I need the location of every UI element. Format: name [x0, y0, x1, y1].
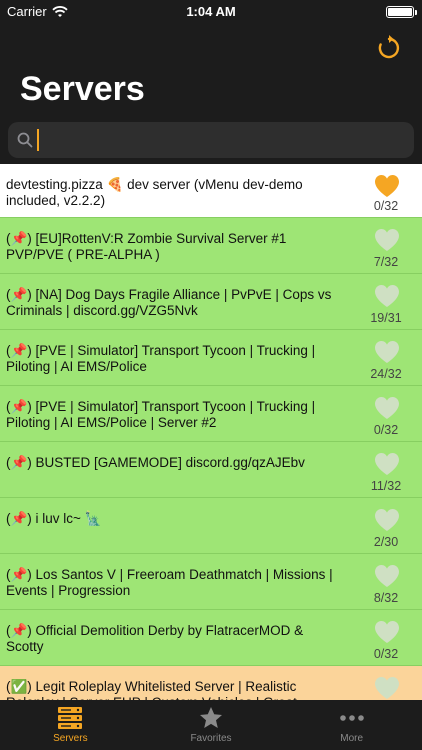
server-row[interactable]: (📌) Official Demolition Derby by Flatrac… [0, 610, 422, 666]
battery-icon [386, 6, 417, 18]
tab-servers-label: Servers [53, 733, 88, 744]
server-name: (📌) i luv lc~ 🗽 [6, 511, 102, 526]
server-name: (📌) Los Santos V | Freeroam Deathmatch |… [6, 567, 333, 598]
server-row[interactable]: devtesting.pizza 🍕 dev server (vMenu dev… [0, 164, 422, 218]
player-count: 0/32 [373, 647, 399, 661]
server-name: (📌) [PVE | Simulator] Transport Tycoon |… [6, 343, 316, 374]
server-name: (✅) Legit Roleplay Whitelisted Server | … [6, 679, 297, 700]
server-row[interactable]: (✅) Legit Roleplay Whitelisted Server | … [0, 666, 422, 700]
server-name: devtesting.pizza 🍕 dev server (vMenu dev… [6, 177, 303, 208]
server-row[interactable]: (📌) [EU]RottenV:R Zombie Survival Server… [0, 218, 422, 274]
favorite-heart-icon[interactable] [374, 284, 400, 308]
favorite-heart-icon[interactable] [374, 174, 400, 198]
server-list[interactable]: devtesting.pizza 🍕 dev server (vMenu dev… [0, 164, 422, 700]
search-input[interactable] [45, 131, 405, 149]
favorite-heart-icon[interactable] [374, 620, 400, 644]
favorite-heart-icon[interactable] [374, 340, 400, 364]
favorite-heart-icon[interactable] [374, 508, 400, 532]
server-row[interactable]: (📌) [PVE | Simulator] Transport Tycoon |… [0, 386, 422, 442]
server-name: (📌) [EU]RottenV:R Zombie Survival Server… [6, 231, 287, 262]
favorite-heart-icon[interactable] [374, 228, 400, 252]
tab-more[interactable]: More [281, 700, 422, 750]
favorite-heart-icon[interactable] [374, 396, 400, 420]
server-row[interactable]: (📌) i luv lc~ 🗽 2/30 [0, 498, 422, 554]
player-count: 0/32 [373, 199, 399, 213]
star-icon [200, 707, 222, 728]
player-count: 24/32 [370, 367, 402, 381]
favorite-heart-icon[interactable] [374, 564, 400, 588]
refresh-icon [378, 35, 400, 59]
favorite-heart-icon[interactable] [374, 452, 400, 476]
favorite-heart-icon[interactable] [374, 676, 400, 700]
search-bar[interactable] [8, 122, 414, 158]
server-icon [58, 707, 83, 729]
tab-servers[interactable]: Servers [0, 700, 141, 750]
status-bar: Carrier 1:04 AM [0, 0, 422, 24]
server-row[interactable]: (📌) [NA] Dog Days Fragile Alliance | PvP… [0, 274, 422, 330]
tab-more-label: More [340, 733, 364, 744]
player-count: 19/31 [370, 311, 402, 325]
tab-bar: Servers Favorites More [0, 700, 422, 750]
refresh-button[interactable] [374, 32, 404, 62]
player-count: 0/32 [373, 423, 399, 437]
more-icon [339, 715, 364, 721]
page-title: Servers [20, 70, 145, 108]
tab-favorites[interactable]: Favorites [141, 700, 282, 750]
server-name: (📌) Official Demolition Derby by Flatrac… [6, 623, 304, 654]
text-caret [37, 129, 39, 151]
server-row[interactable]: (📌) Los Santos V | Freeroam Deathmatch |… [0, 554, 422, 610]
player-count: 7/32 [373, 255, 399, 269]
player-count: 11/32 [370, 479, 402, 493]
server-row[interactable]: (📌) BUSTED [GAMEMODE] discord.gg/qzAJEbv… [0, 442, 422, 498]
server-name: (📌) BUSTED [GAMEMODE] discord.gg/qzAJEbv [6, 455, 305, 470]
server-name: (📌) [PVE | Simulator] Transport Tycoon |… [6, 399, 316, 430]
status-time: 1:04 AM [186, 4, 236, 19]
player-count: 8/32 [373, 591, 399, 605]
server-name: (📌) [NA] Dog Days Fragile Alliance | PvP… [6, 287, 332, 318]
search-icon [17, 132, 33, 148]
navigation-header: Servers [0, 24, 422, 164]
tab-favorites-label: Favorites [190, 733, 232, 744]
server-row[interactable]: (📌) [PVE | Simulator] Transport Tycoon |… [0, 330, 422, 386]
player-count: 2/30 [373, 535, 399, 549]
